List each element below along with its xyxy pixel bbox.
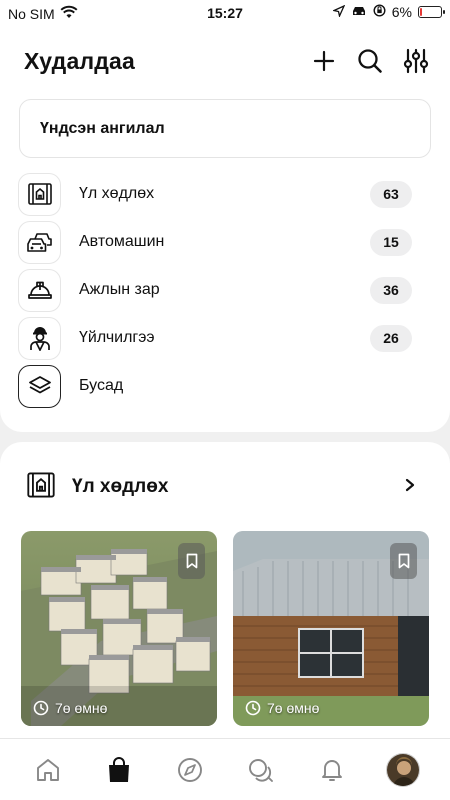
location-arrow-icon: [331, 4, 346, 20]
category-item-jobs[interactable]: Ажлын зар 36: [18, 266, 412, 314]
building-plan-icon: [26, 470, 56, 505]
count-badge: 15: [370, 228, 412, 256]
cars-icon: [18, 220, 61, 264]
category-item-other[interactable]: Бусад: [18, 362, 412, 410]
building-plan-icon: [18, 172, 61, 216]
orientation-lock-icon: [373, 4, 386, 20]
count-badge: 26: [370, 324, 412, 352]
count-badge: 36: [370, 276, 412, 304]
bottom-nav: [0, 738, 450, 800]
category-list: Үл хөдлөх 63 Автомашин 15 Ажлын зар 36 Ү…: [18, 170, 412, 410]
clock-icon: [33, 700, 49, 716]
car-icon: [351, 4, 367, 20]
clock-icon: [245, 700, 261, 716]
search-icon[interactable]: [356, 47, 384, 75]
avatar[interactable]: [383, 750, 423, 790]
hard-hat-icon: [18, 268, 61, 312]
bookmark-icon[interactable]: [178, 543, 205, 579]
compass-icon[interactable]: [170, 750, 210, 790]
main-category-header[interactable]: Үндсэн ангилал: [19, 99, 431, 158]
category-label: Автомашин: [79, 233, 165, 250]
category-label: Үл хөдлөх: [79, 185, 155, 202]
category-item-services[interactable]: Үйлчилгээ 26: [18, 314, 412, 362]
plus-icon[interactable]: [310, 47, 338, 75]
time-ago: 7ө өмнө: [33, 700, 107, 716]
bell-icon[interactable]: [312, 750, 352, 790]
filter-sliders-icon[interactable]: [402, 47, 430, 75]
category-label: Үйлчилгээ: [79, 329, 155, 346]
bookmark-icon[interactable]: [390, 543, 417, 579]
count-badge: 63: [370, 180, 412, 208]
time-ago-label: 7ө өмнө: [55, 700, 108, 716]
listing-card[interactable]: 7ө өмнө: [21, 531, 217, 726]
real-estate-section: Үл хөдлөх 7ө өмнө 7ө өмнө: [0, 442, 450, 762]
page-title: Худалдаа: [24, 47, 136, 74]
status-bar: No SIM 15:27 6%: [0, 0, 450, 26]
top-card: Худалдаа Үндсэн ангилал Үл хөдлөх 63 Авт…: [0, 26, 450, 432]
battery-percent: 6%: [391, 4, 412, 20]
layers-icon: [18, 364, 61, 408]
worker-icon: [18, 316, 61, 360]
shopping-bag-icon[interactable]: [99, 750, 139, 790]
chevron-right-icon[interactable]: [404, 478, 416, 497]
category-label: Бусад: [79, 377, 124, 394]
time-ago: 7ө өмнө: [245, 700, 319, 716]
category-item-cars[interactable]: Автомашин 15: [18, 218, 412, 266]
section-title: Үл хөдлөх: [72, 476, 169, 497]
time-ago-label: 7ө өмнө: [267, 700, 320, 716]
home-icon[interactable]: [28, 750, 68, 790]
battery-icon: [418, 6, 445, 18]
listing-card[interactable]: 7ө өмнө: [233, 531, 429, 726]
section-header[interactable]: Үл хөдлөх: [26, 470, 416, 504]
category-label: Ажлын зар: [79, 281, 160, 298]
category-item-real-estate[interactable]: Үл хөдлөх 63: [18, 170, 412, 218]
header: Худалдаа: [24, 44, 430, 78]
chat-bubbles-icon[interactable]: [241, 750, 281, 790]
